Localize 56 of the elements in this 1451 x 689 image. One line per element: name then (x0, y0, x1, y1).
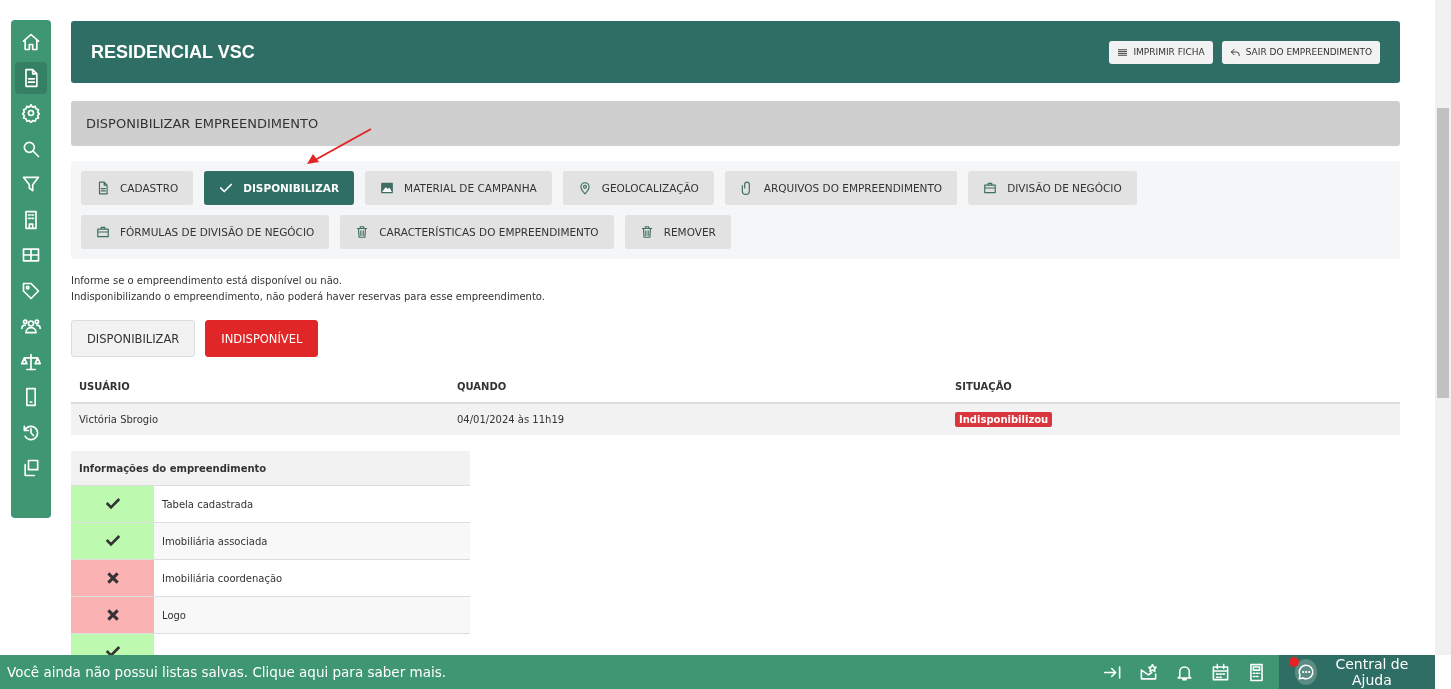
table-cell: Victória Sbrogio (71, 403, 449, 435)
scrollbar-thumb[interactable] (1437, 108, 1449, 398)
table-cell: Imobiliária coordenação (154, 559, 470, 597)
tab[interactable]: FÓRMULAS DE DIVISÃO DE NEGÓCIO (81, 215, 330, 249)
close-icon (104, 570, 121, 586)
chat-icon (1296, 663, 1315, 681)
table-cell: 04/01/2024 às 11h19 (449, 403, 947, 435)
scrollbar[interactable] (1435, 0, 1451, 655)
section-title: DISPONIBILIZAR EMPREENDIMENTO (71, 101, 1400, 146)
list-icon (1117, 46, 1129, 58)
trash-icon (355, 225, 370, 239)
tag-icon (21, 280, 41, 301)
availability-button[interactable]: DISPONIBILIZAR (71, 320, 196, 357)
header-button[interactable]: IMPRIMIR FICHA (1109, 40, 1213, 64)
tab[interactable]: DIVISÃO DE NEGÓCIO (968, 171, 1137, 205)
tab[interactable]: GEOLOCALIZAÇÃO (562, 171, 714, 205)
header-button[interactable]: SAIR DO EMPREENDIMENTO (1221, 40, 1380, 64)
scale-icon (21, 351, 41, 372)
tab[interactable]: CADASTRO (81, 171, 194, 205)
trash-icon (639, 225, 654, 239)
check-icon (104, 533, 121, 549)
checklist-title: Informações do empreendimento (71, 451, 470, 486)
tab[interactable]: CARACTERÍSTICAS DO EMPREENDIMENTO (340, 215, 614, 249)
mail-star-icon (1138, 662, 1158, 682)
location-pin-icon (577, 181, 592, 195)
tab[interactable]: DISPONIBILIZAR (204, 171, 355, 205)
briefcase-icon (983, 181, 998, 195)
settings-icon (21, 103, 41, 123)
close-icon (104, 607, 121, 623)
description-text: Indisponibilizando o empreendimento, não poderá haver reservas para esse empreendimento. (71, 290, 546, 303)
table-icon (21, 245, 41, 265)
briefcase-icon (96, 225, 110, 239)
tab[interactable]: MATERIAL DE CAMPANHA (365, 171, 552, 205)
project-title: RESIDENCIAL VSC (91, 41, 255, 63)
check-icon (104, 496, 121, 512)
tab[interactable]: REMOVER (624, 215, 731, 249)
image-icon (380, 181, 395, 195)
status-badge: Indisponibilizou (955, 412, 1053, 427)
footer-message[interactable]: Você ainda não possui listas salvas. Clique aqui para saber mais. (0, 664, 1099, 680)
table-cell: Imobiliária associada (154, 522, 470, 560)
description-text: Informe se o empreendimento está disponível ou não. (71, 274, 343, 287)
back-arrow-icon (1229, 46, 1241, 58)
home-icon (21, 32, 41, 52)
document-icon (96, 181, 110, 195)
table-cell: Logo (154, 596, 470, 634)
history-icon (21, 422, 41, 443)
table-cell: Tabela cadastrada (154, 485, 470, 523)
calendar-icon (1210, 662, 1230, 682)
check-icon (219, 181, 234, 195)
tab[interactable]: ARQUIVOS DO EMPREENDIMENTO (724, 171, 958, 205)
help-center-button[interactable]: Central de Ajuda (1279, 655, 1435, 689)
copy-icon (21, 458, 41, 478)
sidebar-item[interactable] (15, 61, 47, 94)
filter-icon (21, 174, 41, 194)
availability-button[interactable]: INDISPONÍVEL (205, 320, 319, 357)
people-icon (21, 316, 41, 336)
